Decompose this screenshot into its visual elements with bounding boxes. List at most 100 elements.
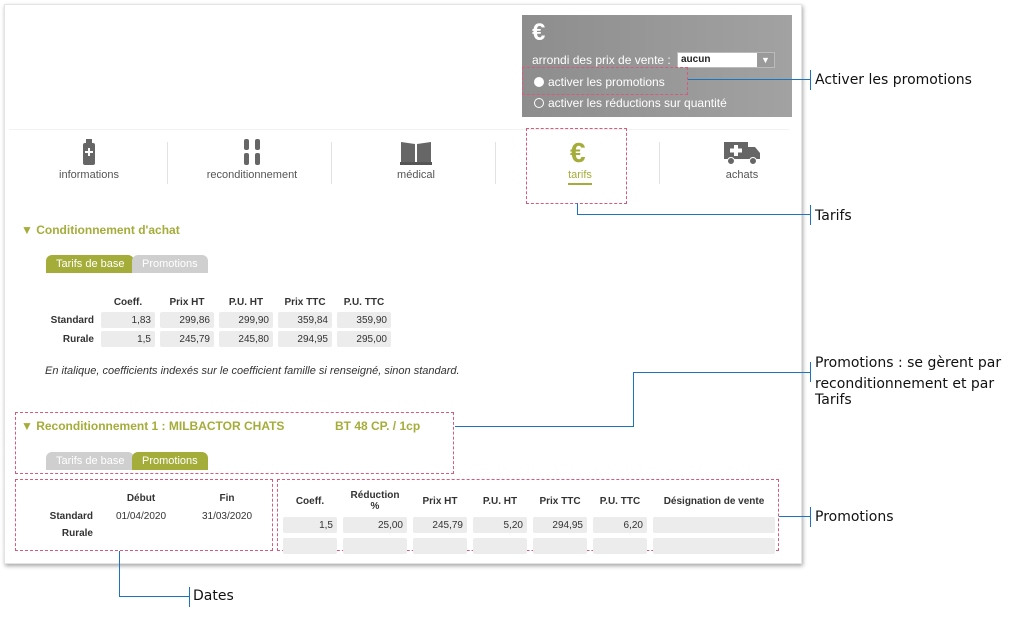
tab-reconditionnement-label: reconditionnement — [206, 169, 298, 181]
callout-line — [455, 426, 633, 427]
tab-achats-label: achats — [725, 169, 759, 181]
tab-informations[interactable]: informations — [14, 138, 164, 181]
fin-date-field[interactable] — [187, 528, 267, 539]
conditionnement-title[interactable]: ▼ Conditionnement d'achat — [21, 223, 180, 237]
pu-ttc-field[interactable] — [593, 538, 647, 554]
pu-ht-field[interactable] — [473, 538, 527, 554]
table-row: Rurale — [47, 528, 267, 539]
debut-date-field[interactable] — [101, 528, 181, 539]
table-row: Rurale 1,5 245,79 245,80 294,95 295,00 — [48, 331, 391, 347]
reduction-field[interactable]: 25,00 — [343, 517, 407, 533]
col-header: Coeff. — [113, 296, 143, 308]
col-header: Prix TTC — [539, 495, 581, 507]
bottle-plus-icon — [83, 139, 95, 165]
arrondi-select-value: aucun — [681, 54, 711, 65]
row-label: Rurale — [61, 528, 93, 539]
tarifs-tab-highlight — [526, 128, 627, 204]
arrondi-select[interactable]: aucun ▼ — [677, 52, 775, 68]
callout-tarifs: Tarifs — [815, 208, 852, 224]
arrondi-label: arrondi des prix de vente : — [532, 53, 671, 67]
prix-ht-field[interactable] — [413, 538, 467, 554]
designation-field[interactable] — [653, 538, 775, 554]
table-row: Standard 1,83 299,86 299,90 359,84 359,9… — [48, 312, 391, 328]
callout-line — [810, 205, 811, 225]
fin-date-field[interactable]: 31/03/2020 — [187, 511, 267, 522]
callout-line — [779, 516, 811, 517]
tab-informations-label: informations — [59, 169, 119, 181]
debut-date-field[interactable]: 01/04/2020 — [101, 511, 181, 522]
prix-ht-field[interactable]: 245,79 — [413, 517, 467, 533]
table-row — [283, 538, 775, 554]
pu-ttc-field[interactable]: 295,00 — [337, 331, 391, 347]
open-book-icon — [400, 142, 432, 165]
col-header: Prix HT — [169, 296, 205, 308]
prix-ttc-field[interactable]: 359,84 — [278, 312, 332, 328]
tab-tarifs-de-base[interactable]: Tarifs de base — [46, 452, 135, 470]
promo-dates-table: Début Fin Standard 01/04/2020 31/03/2020… — [41, 485, 273, 545]
chevron-down-icon[interactable]: ▼ — [757, 53, 774, 67]
tab-tarifs-de-base[interactable]: Tarifs de base — [46, 255, 135, 273]
radio-dot-icon[interactable] — [534, 98, 544, 108]
tab-medical-label: médical — [397, 169, 435, 181]
col-header: P.U. TTC — [599, 495, 641, 507]
table-row: Standard 01/04/2020 31/03/2020 — [47, 511, 267, 522]
callout-promotions-gerent-2: reconditionnement et par Tarifs — [815, 376, 995, 408]
reduction-field[interactable] — [343, 538, 407, 554]
coeff-field[interactable]: 1,5 — [283, 517, 337, 533]
callout-line — [810, 362, 811, 382]
callout-line — [119, 551, 120, 596]
tab-medical[interactable]: médical — [341, 138, 491, 181]
tab-achats[interactable]: achats — [667, 138, 817, 181]
callout-line — [688, 79, 811, 80]
col-header: Début — [126, 492, 156, 504]
pu-ttc-field[interactable]: 6,20 — [593, 517, 647, 533]
ambulance-truck-icon — [724, 142, 760, 165]
promotions-radio-highlight — [522, 67, 688, 95]
callout-line — [810, 507, 811, 527]
callout-line — [633, 372, 634, 427]
conditionnement-price-table: Coeff. Prix HT P.U. HT Prix TTC P.U. TTC… — [43, 292, 396, 350]
tab-divider — [331, 142, 332, 184]
col-header: Prix TTC — [284, 296, 326, 308]
coefficient-note: En italique, coefficients indexés sur le… — [45, 365, 460, 377]
pu-ttc-field[interactable]: 359,90 — [337, 312, 391, 328]
reconditionnement-title[interactable]: ▼ Reconditionnement 1 : MILBACTOR CHATS — [21, 419, 284, 433]
callout-line — [577, 214, 811, 215]
col-header: Fin — [219, 492, 235, 504]
col-header: Réduction % — [350, 490, 400, 512]
prix-ttc-field[interactable]: 294,95 — [533, 517, 587, 533]
prix-ttc-field[interactable]: 294,95 — [278, 331, 332, 347]
nav-tabs-bar: informations reconditionnement médical €… — [9, 129, 789, 199]
pu-ht-field[interactable]: 299,90 — [219, 312, 273, 328]
tab-divider — [495, 142, 496, 184]
callout-dates: Dates — [193, 588, 234, 604]
coeff-field[interactable]: 1,83 — [101, 312, 155, 328]
callout-line — [633, 372, 811, 373]
tab-divider — [167, 142, 168, 184]
tab-promotions[interactable]: Promotions — [132, 255, 208, 273]
pricing-options-box: € arrondi des prix de vente : aucun ▼ ac… — [522, 15, 792, 117]
designation-field[interactable] — [653, 517, 775, 533]
callout-line — [119, 596, 189, 597]
radio-reductions-label: activer les réductions sur quantité — [548, 96, 727, 110]
col-header: P.U. HT — [482, 495, 518, 507]
radio-activer-reductions[interactable]: activer les réductions sur quantité — [534, 96, 727, 110]
prix-ht-field[interactable]: 245,79 — [160, 331, 214, 347]
prix-ht-field[interactable]: 299,86 — [160, 312, 214, 328]
tab-reconditionnement[interactable]: reconditionnement — [177, 138, 327, 181]
tab-promotions[interactable]: Promotions — [132, 452, 208, 470]
reconditionnement-presentation: BT 48 CP. / 1cp — [335, 419, 421, 433]
bottles-icon — [244, 139, 260, 165]
col-header: P.U. TTC — [343, 296, 385, 308]
callout-promotions-gerent-1: Promotions : se gèrent par — [815, 355, 1002, 371]
prix-ttc-field[interactable] — [533, 538, 587, 554]
coeff-field[interactable] — [283, 538, 337, 554]
pu-ht-field[interactable]: 5,20 — [473, 517, 527, 533]
callout-activer-promotions: Activer les promotions — [815, 72, 972, 88]
pu-ht-field[interactable]: 245,80 — [219, 331, 273, 347]
promo-values-table: Coeff. Réduction % Prix HT P.U. HT Prix … — [277, 485, 781, 559]
table-row: 1,5 25,00 245,79 5,20 294,95 6,20 — [283, 517, 775, 533]
coeff-field[interactable]: 1,5 — [101, 331, 155, 347]
euro-icon: € — [532, 19, 546, 46]
callout-line — [189, 587, 190, 607]
